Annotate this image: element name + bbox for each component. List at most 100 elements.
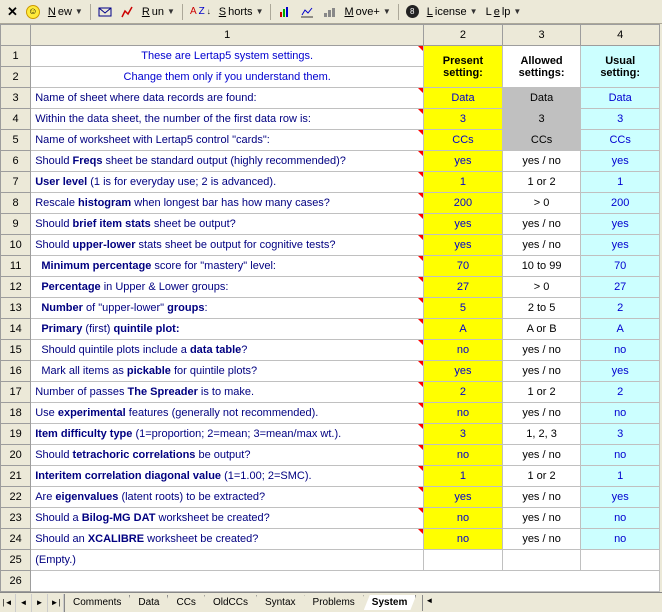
allowed-value[interactable]: yes / no: [502, 445, 581, 466]
setting-desc[interactable]: Percentage in Upper & Lower groups:: [31, 277, 424, 298]
allowed-value[interactable]: yes / no: [502, 508, 581, 529]
instructions-2[interactable]: Change them only if you understand them.: [31, 67, 424, 88]
row-header[interactable]: 6: [1, 151, 31, 172]
usual-value[interactable]: yes: [581, 235, 660, 256]
icon-1[interactable]: [95, 3, 115, 21]
setting-desc[interactable]: Should an XCALIBRE worksheet be created?: [31, 529, 424, 550]
tab-nav-first[interactable]: |◄: [0, 594, 16, 612]
move-menu[interactable]: Move+▼: [341, 4, 393, 20]
usual-value[interactable]: yes: [581, 214, 660, 235]
allowed-value[interactable]: yes / no: [502, 361, 581, 382]
chart-icon-1[interactable]: [275, 3, 295, 21]
license-menu[interactable]: License▼: [424, 4, 481, 20]
usual-value[interactable]: 2: [581, 298, 660, 319]
usual-value[interactable]: yes: [581, 361, 660, 382]
allowed-value[interactable]: yes / no: [502, 529, 581, 550]
row-header[interactable]: 12: [1, 277, 31, 298]
tab-system[interactable]: System: [364, 595, 417, 610]
row-header[interactable]: 10: [1, 235, 31, 256]
sort-icon[interactable]: AZ↓: [187, 4, 214, 19]
allowed-value[interactable]: 3: [502, 109, 581, 130]
allowed-header[interactable]: Allowed settings:: [502, 46, 581, 88]
tab-nav-next[interactable]: ►: [32, 594, 48, 612]
run-menu[interactable]: Run▼: [139, 4, 178, 20]
tab-ccs[interactable]: CCs: [168, 595, 204, 610]
row-header[interactable]: 5: [1, 130, 31, 151]
usual-value[interactable]: Data: [581, 88, 660, 109]
present-value[interactable]: 5: [424, 298, 503, 319]
row-header[interactable]: 15: [1, 340, 31, 361]
usual-header[interactable]: Usual setting:: [581, 46, 660, 88]
usual-value[interactable]: 2: [581, 382, 660, 403]
row-header[interactable]: 19: [1, 424, 31, 445]
usual-value[interactable]: yes: [581, 151, 660, 172]
present-header[interactable]: Present setting:: [424, 46, 503, 88]
present-value[interactable]: CCs: [424, 130, 503, 151]
tab-nav-last[interactable]: ►|: [48, 594, 64, 612]
allowed-value[interactable]: > 0: [502, 193, 581, 214]
present-value[interactable]: no: [424, 508, 503, 529]
tab-data[interactable]: Data: [130, 595, 168, 610]
allowed-value[interactable]: 1 or 2: [502, 466, 581, 487]
usual-value[interactable]: 200: [581, 193, 660, 214]
allowed-value[interactable]: yes / no: [502, 235, 581, 256]
row-header[interactable]: 21: [1, 466, 31, 487]
horizontal-scrollbar[interactable]: [422, 595, 662, 611]
setting-desc[interactable]: Are eigenvalues (latent roots) to be ext…: [31, 487, 424, 508]
allowed-value[interactable]: A or B: [502, 319, 581, 340]
chart-icon-3[interactable]: [319, 3, 339, 21]
usual-value[interactable]: 1: [581, 466, 660, 487]
setting-desc[interactable]: Item difficulty type (1=proportion; 2=me…: [31, 424, 424, 445]
present-value[interactable]: 1: [424, 172, 503, 193]
row-header[interactable]: 2: [1, 67, 31, 88]
setting-desc[interactable]: Number of "upper-lower" groups:: [31, 298, 424, 319]
help-menu[interactable]: Lelp▼: [483, 4, 525, 20]
allowed-value[interactable]: 10 to 99: [502, 256, 581, 277]
row-header[interactable]: 9: [1, 214, 31, 235]
allowed-value[interactable]: yes / no: [502, 340, 581, 361]
setting-desc[interactable]: Should tetrachoric correlations be outpu…: [31, 445, 424, 466]
present-value[interactable]: A: [424, 319, 503, 340]
row-header[interactable]: 8: [1, 193, 31, 214]
allowed-value[interactable]: Data: [502, 88, 581, 109]
usual-value[interactable]: yes: [581, 487, 660, 508]
row-header[interactable]: 13: [1, 298, 31, 319]
setting-desc[interactable]: Interitem correlation diagonal value (1=…: [31, 466, 424, 487]
allowed-value[interactable]: 1 or 2: [502, 172, 581, 193]
chart-icon-2[interactable]: [297, 3, 317, 21]
setting-desc[interactable]: Within the data sheet, the number of the…: [31, 109, 424, 130]
usual-value[interactable]: no: [581, 340, 660, 361]
present-value[interactable]: Data: [424, 88, 503, 109]
row-header[interactable]: 25: [1, 550, 31, 571]
setting-desc[interactable]: Should brief item stats sheet be output?: [31, 214, 424, 235]
present-value[interactable]: 3: [424, 109, 503, 130]
setting-desc[interactable]: Rescale histogram when longest bar has h…: [31, 193, 424, 214]
setting-desc[interactable]: Use experimental features (generally not…: [31, 403, 424, 424]
present-value[interactable]: 200: [424, 193, 503, 214]
setting-desc[interactable]: Minimum percentage score for "mastery" l…: [31, 256, 424, 277]
row-header[interactable]: 1: [1, 46, 31, 67]
new-menu[interactable]: NNewew▼: [45, 4, 86, 20]
setting-desc[interactable]: Should Freqs sheet be standard output (h…: [31, 151, 424, 172]
present-value[interactable]: yes: [424, 487, 503, 508]
allowed-value[interactable]: yes / no: [502, 487, 581, 508]
present-value[interactable]: yes: [424, 361, 503, 382]
tab-nav-prev[interactable]: ◄: [16, 594, 32, 612]
smiley-icon[interactable]: ☺: [23, 3, 43, 21]
present-value[interactable]: 27: [424, 277, 503, 298]
allowed-value[interactable]: 1 or 2: [502, 382, 581, 403]
present-value[interactable]: yes: [424, 235, 503, 256]
row-header[interactable]: 24: [1, 529, 31, 550]
spreadsheet-grid[interactable]: 1 2 3 4 1 These are Lertap5 system setti…: [0, 24, 660, 592]
close-button[interactable]: ✕: [4, 2, 21, 22]
row-header[interactable]: 20: [1, 445, 31, 466]
setting-desc[interactable]: Primary (first) quintile plot:: [31, 319, 424, 340]
present-value[interactable]: no: [424, 445, 503, 466]
setting-desc[interactable]: Should a Bilog-MG DAT worksheet be creat…: [31, 508, 424, 529]
icon-2[interactable]: [117, 3, 137, 21]
present-value[interactable]: no: [424, 403, 503, 424]
row-header[interactable]: 7: [1, 172, 31, 193]
tab-comments[interactable]: Comments: [65, 595, 130, 610]
setting-desc[interactable]: Name of worksheet with Lertap5 control "…: [31, 130, 424, 151]
tab-syntax[interactable]: Syntax: [257, 595, 305, 610]
